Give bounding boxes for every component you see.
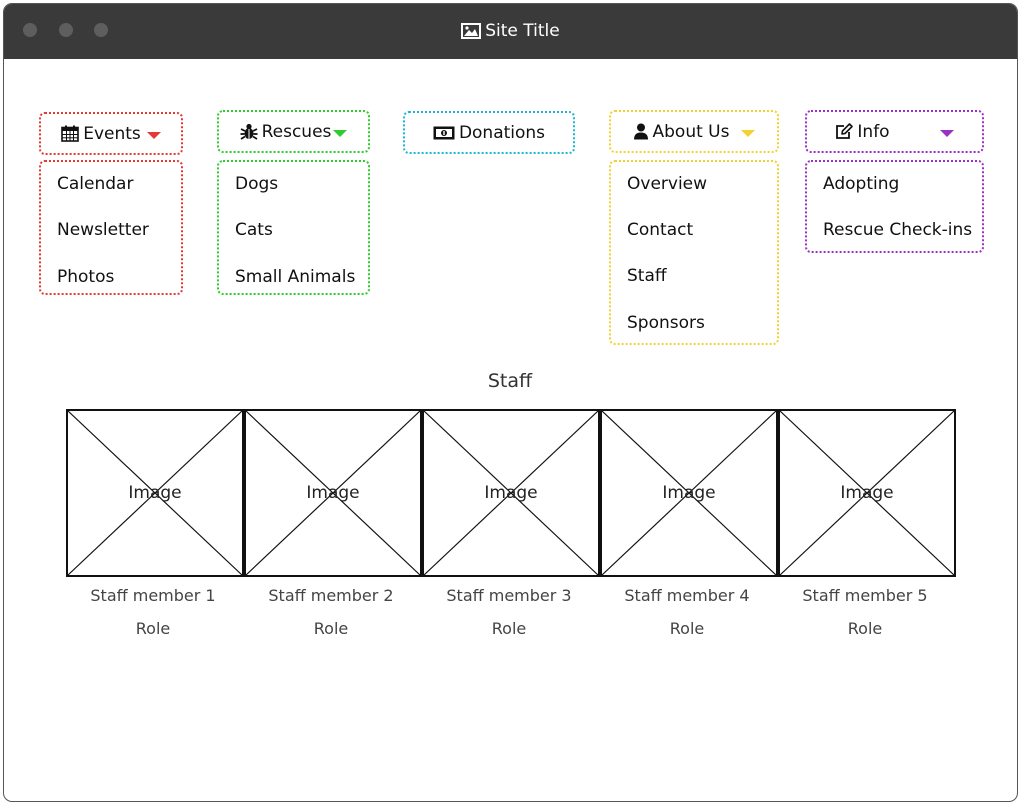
menu-item-overview[interactable]: Overview (627, 174, 707, 194)
menu-item-newsletter[interactable]: Newsletter (57, 220, 149, 240)
window-title: Site Title (4, 20, 1017, 42)
window-title-text: Site Title (485, 21, 560, 41)
nav-about-us-label: About Us (652, 121, 730, 142)
staff-section-title: Staff (487, 370, 533, 392)
calendar-icon (61, 125, 80, 142)
staff-member-name: Staff member 4 (624, 586, 750, 605)
user-icon (633, 123, 649, 140)
nav-donations-label: Donations (458, 122, 546, 143)
nav-about-us-button[interactable]: About Us (609, 110, 779, 153)
edit-icon (835, 123, 854, 140)
staff-member-name: Staff member 3 (446, 586, 572, 605)
chevron-down-icon (741, 129, 756, 137)
staff-member-role: Role (313, 619, 349, 638)
menu-item-cats[interactable]: Cats (235, 220, 273, 240)
staff-member-name: Staff member 2 (268, 586, 394, 605)
menu-item-dogs[interactable]: Dogs (235, 174, 278, 194)
nav-rescues-label: Rescues (261, 121, 332, 142)
staff-member-role: Role (135, 619, 171, 638)
nav-info-button[interactable]: Info (805, 110, 984, 153)
image-label: Image (306, 483, 360, 503)
image-label: Image (128, 483, 182, 503)
staff-member-name: Staff member 5 (802, 586, 928, 605)
info-dropdown-menu: Adopting Rescue Check-ins (805, 160, 984, 253)
about-us-dropdown-menu: Overview Contact Staff Sponsors (609, 160, 779, 345)
rescues-dropdown-menu: Dogs Cats Small Animals (217, 160, 370, 295)
staff-image-placeholder[interactable]: Image (600, 409, 778, 577)
nav-events-button[interactable]: Events (39, 112, 183, 155)
staff-image-placeholder[interactable]: Image (778, 409, 956, 577)
chevron-down-icon (146, 131, 161, 139)
money-icon (433, 126, 455, 140)
staff-image-placeholder[interactable]: Image (66, 409, 244, 577)
bug-icon (240, 123, 258, 140)
nav-info-label: Info (857, 121, 890, 142)
image-label: Image (484, 483, 538, 503)
menu-item-small-animals[interactable]: Small Animals (235, 267, 355, 287)
nav-donations-button[interactable]: Donations (403, 111, 575, 154)
events-dropdown-menu: Calendar Newsletter Photos (39, 160, 183, 295)
staff-member-role: Role (847, 619, 883, 638)
menu-item-contact[interactable]: Contact (627, 220, 693, 240)
image-label: Image (840, 483, 894, 503)
staff-image-placeholder[interactable]: Image (244, 409, 422, 577)
chevron-down-icon (333, 129, 348, 137)
menu-item-sponsors[interactable]: Sponsors (627, 313, 705, 333)
menu-item-rescue-check-ins[interactable]: Rescue Check-ins (823, 220, 972, 240)
staff-member-role: Role (669, 619, 705, 638)
staff-member-name: Staff member 1 (90, 586, 216, 605)
menu-item-adopting[interactable]: Adopting (823, 174, 899, 194)
picture-icon (461, 23, 482, 39)
image-label: Image (662, 483, 716, 503)
menu-item-staff[interactable]: Staff (627, 266, 667, 286)
menu-item-calendar[interactable]: Calendar (57, 174, 133, 194)
staff-image-placeholder[interactable]: Image (422, 409, 600, 577)
chevron-down-icon (939, 129, 954, 137)
nav-events-label: Events (83, 123, 141, 144)
title-bar: Site Title (4, 4, 1017, 59)
staff-member-role: Role (491, 619, 527, 638)
menu-item-photos[interactable]: Photos (57, 267, 114, 287)
nav-rescues-button[interactable]: Rescues (217, 110, 370, 153)
